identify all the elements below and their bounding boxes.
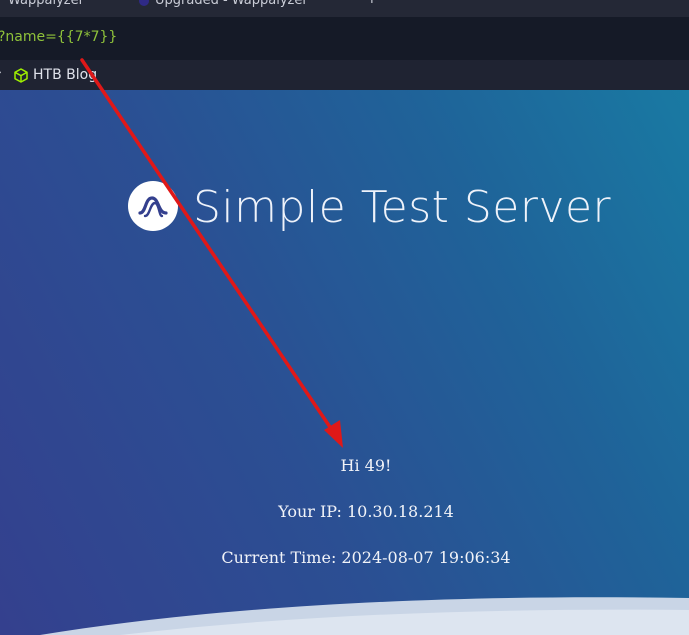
- url-text[interactable]: ?name={{7*7}}: [0, 29, 117, 45]
- bookmarks-bar: › HTB Blog: [0, 60, 689, 90]
- screenshot: Wappalyzer Upgraded - Wappalyzer + ?name…: [0, 0, 689, 635]
- current-time-text: Current Time: 2024-08-07 19:06:34: [221, 548, 511, 567]
- web-page: Simple Test Server Hi 49! Your IP: 10.30…: [0, 90, 689, 635]
- tab-bar: Wappalyzer Upgraded - Wappalyzer +: [0, 0, 689, 17]
- tab-favicon-icon: [139, 0, 149, 6]
- tab-label: Wappalyzer: [8, 0, 84, 8]
- ip-address-text: Your IP: 10.30.18.214: [278, 502, 454, 521]
- greeting-text: Hi 49!: [340, 456, 392, 475]
- address-bar[interactable]: ?name={{7*7}}: [0, 17, 689, 60]
- browser-tab[interactable]: Wappalyzer: [8, 0, 84, 8]
- browser-tab[interactable]: Upgraded - Wappalyzer: [139, 0, 308, 8]
- footer-wave: [0, 597, 689, 635]
- chevron-right-icon[interactable]: ›: [0, 65, 2, 79]
- hackthebox-cube-icon: [14, 67, 28, 83]
- new-tab-button[interactable]: +: [366, 0, 378, 7]
- tab-label: Upgraded - Wappalyzer: [155, 0, 308, 8]
- page-title: Simple Test Server: [193, 182, 612, 233]
- site-logo: [128, 181, 178, 231]
- bookmark-htb-blog[interactable]: HTB Blog: [14, 66, 97, 84]
- bookmark-label: HTB Blog: [33, 67, 98, 83]
- wave-logo-icon: [138, 196, 168, 218]
